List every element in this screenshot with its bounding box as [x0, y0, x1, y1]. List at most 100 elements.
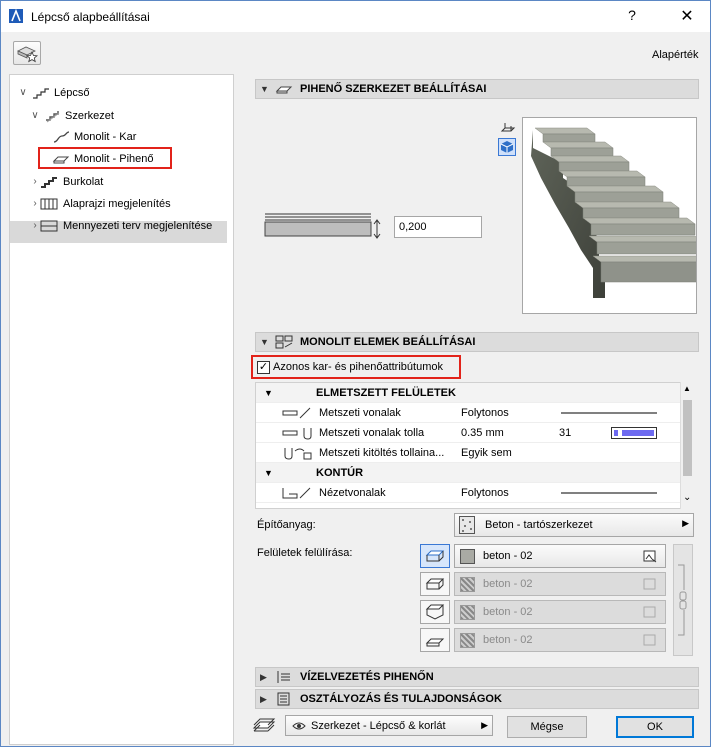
landing-icon — [275, 86, 293, 94]
tree-item-label: Szerkezet — [65, 110, 114, 122]
tree-item-label: Lépcső — [54, 87, 90, 99]
surface-front-icon — [425, 604, 445, 620]
chevron-right-icon: ▶ — [481, 720, 488, 730]
surface-side-select[interactable]: beton - 02 — [454, 572, 666, 596]
cancel-button[interactable]: Mégse — [507, 716, 587, 738]
drainage-icon — [277, 671, 290, 683]
dialog-window: Lépcső alapbeállításai ? ✕ Alapérték ∨ L… — [0, 0, 711, 747]
tree-item-floor-plan-display[interactable]: › Alaprajzi megjelenítés — [10, 194, 227, 214]
help-button[interactable]: ? — [622, 7, 642, 23]
surface-bottom-button[interactable] — [420, 628, 450, 652]
expand-triangle-icon: ▶ — [260, 672, 267, 682]
finish-icon — [41, 177, 57, 188]
list-group-contour[interactable]: ▼ KONTÚR — [256, 463, 680, 483]
surface-top-button[interactable] — [420, 544, 450, 568]
close-button[interactable]: ✕ — [677, 6, 697, 26]
landing-thickness-input[interactable]: 0,200 — [394, 216, 482, 238]
table-row[interactable]: Metszeti kitöltés tollaina... Egyik sem — [256, 443, 680, 463]
attribute-value: 0.35 mm — [461, 427, 504, 439]
section-header-drainage[interactable]: ▶ VÍZELVEZETÉS PIHENŐN — [255, 667, 699, 687]
scrollbar-thumb[interactable] — [683, 400, 692, 476]
surface-picker-icon[interactable] — [643, 606, 657, 619]
tree-item-label: Alaprajzi megjelenítés — [63, 198, 171, 210]
tree-item-label: Monolit - Kar — [74, 131, 137, 143]
surface-link-toggle[interactable] — [673, 544, 693, 656]
layer-select[interactable]: Szerkezet - Lépcső & korlát ▶ — [285, 715, 493, 736]
stair-step-tread — [592, 255, 706, 263]
chevron-right-icon: › — [33, 198, 37, 209]
eye-icon — [292, 722, 306, 730]
surface-top-select[interactable]: beton - 02 — [454, 544, 666, 568]
building-material-value: Beton - tartószerkezet — [485, 519, 593, 531]
surface-value: beton - 02 — [483, 634, 533, 646]
stair-step-tread — [542, 141, 614, 149]
group-title: KONTÚR — [316, 467, 364, 479]
same-attributes-label: Azonos kar- és pihenőattribútumok — [273, 361, 443, 373]
tree-item-label: Mennyezeti terv megjelenítése — [63, 220, 213, 232]
surface-picker-icon[interactable] — [643, 578, 657, 591]
tree-item-monolith-flight[interactable]: Monolit - Kar — [10, 127, 227, 147]
layer-stack-icon — [252, 718, 276, 732]
stair-step-riser — [558, 161, 630, 172]
favorites-button[interactable] — [13, 41, 41, 65]
cut-fill-pen-icon — [284, 448, 312, 460]
section-header-landing-structure[interactable]: ▼ PIHENŐ SZERKEZET BEÁLLÍTÁSAI — [255, 79, 699, 99]
attribute-name: Metszeti vonalak — [319, 407, 401, 419]
ok-button[interactable]: OK — [616, 716, 694, 738]
tree-item-structure[interactable]: ∨ Szerkezet — [10, 106, 227, 126]
surface-bottom-icon — [425, 638, 445, 647]
stair-step-tread — [574, 201, 680, 209]
tree-item-stair[interactable]: ∨ Lépcső — [10, 83, 227, 103]
surface-picker-icon[interactable] — [643, 634, 657, 647]
surface-override-label: Felületek felülírása: — [257, 547, 353, 559]
stair-step-riser — [590, 223, 696, 236]
stair-step-tread — [566, 185, 664, 193]
panel-scrollbar[interactable] — [701, 74, 710, 710]
stair-step-tread — [558, 170, 646, 178]
table-row[interactable]: Metszeti vonalak tolla 0.35 mm 31 — [256, 423, 680, 443]
attribute-value: Egyik sem — [461, 447, 512, 459]
scroll-up-icon[interactable]: ▲ — [683, 384, 691, 393]
group-title: ELMETSZETT FELÜLETEK — [316, 387, 456, 399]
stair-step-riser — [574, 191, 664, 203]
collapse-triangle-icon: ▼ — [264, 468, 273, 478]
flight-icon — [53, 131, 70, 143]
building-material-select[interactable]: Beton - tartószerkezet ▶ — [454, 513, 694, 537]
surface-front-select[interactable]: beton - 02 — [454, 600, 666, 624]
surface-picker-icon[interactable] — [643, 550, 657, 563]
ceiling-plan-icon — [40, 220, 58, 232]
tree-item-label: Burkolat — [63, 176, 104, 188]
pen-color-swatch[interactable] — [611, 427, 657, 439]
list-group-cut-surfaces[interactable]: ▼ ELMETSZETT FELÜLETEK — [256, 383, 680, 403]
table-row[interactable]: Nézetvonalak Folytonos — [256, 483, 680, 503]
plan-view-preview-icon[interactable] — [499, 119, 517, 137]
archicad-app-icon — [9, 9, 23, 23]
same-attributes-checkbox[interactable]: ✓ — [257, 361, 270, 374]
table-row[interactable]: Metszeti vonalak Folytonos — [256, 403, 680, 423]
window-title: Lépcső alapbeállításai — [31, 10, 150, 24]
surface-side-button[interactable] — [420, 572, 450, 596]
concrete-pattern-icon — [459, 516, 475, 534]
chevron-down-icon: ∨ — [31, 110, 39, 121]
collapse-triangle-icon: ▼ — [264, 388, 273, 398]
stair-step-riser — [596, 241, 704, 255]
stair-step-tread — [588, 235, 704, 243]
line-type-sample — [561, 492, 657, 494]
tree-item-ceiling-plan-display[interactable]: › Mennyezeti terv megjelenítése — [10, 216, 227, 236]
tree-item-finish[interactable]: › Burkolat — [10, 172, 227, 192]
layer-value: Szerkezet - Lépcső & korlát — [311, 720, 446, 732]
cut-line-icon — [282, 407, 311, 419]
section-header-monolith-settings[interactable]: ▼ MONOLIT ELEMEK BEÁLLÍTÁSAI — [255, 332, 699, 352]
scroll-down-icon[interactable]: ⌄ — [683, 492, 691, 503]
section-header-classification[interactable]: ▶ OSZTÁLYOZÁS ÉS TULAJDONSÁGOK — [255, 689, 699, 709]
title-bar: Lépcső alapbeállításai ? ✕ — [1, 1, 710, 32]
section-title: PIHENŐ SZERKEZET BEÁLLÍTÁSAI — [300, 83, 487, 95]
3d-preview-button[interactable] — [498, 138, 516, 156]
surface-bottom-select[interactable]: beton - 02 — [454, 628, 666, 652]
stair-3d-preview — [522, 117, 706, 314]
surface-front-button[interactable] — [420, 600, 450, 624]
attribute-list-scrollbar[interactable]: ▲ ⌄ — [680, 382, 693, 509]
stair-step-tread — [582, 217, 696, 225]
stair-step-tread — [550, 155, 630, 163]
monolith-settings-icon — [275, 335, 293, 349]
